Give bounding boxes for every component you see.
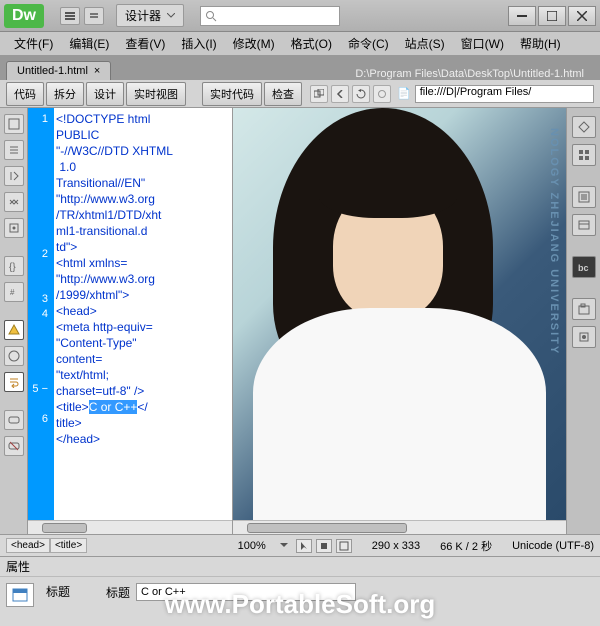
code-content[interactable]: <!DOCTYPE html PUBLIC "-//W3C//DTD XHTML…: [54, 108, 232, 534]
download-size: 66 K / 2 秒: [440, 538, 492, 554]
panel-dock: bc: [566, 108, 600, 534]
selected-text: C or C++: [89, 400, 138, 414]
bc-panel-icon[interactable]: bc: [572, 256, 596, 278]
workspace-switcher[interactable]: 设计器: [116, 4, 184, 27]
window-size[interactable]: 290 x 333: [372, 540, 420, 552]
close-button[interactable]: [568, 6, 596, 26]
menu-format[interactable]: 格式(O): [285, 33, 338, 54]
document-toolbar: 代码 拆分 设计 实时视图 实时代码 检查 📄 file:///D|/Progr…: [0, 80, 600, 108]
code-pane[interactable]: 1 2 3 4 5 − 6 <!DOCTYPE html PUBLIC "-//…: [28, 108, 233, 534]
minimize-button[interactable]: [508, 6, 536, 26]
svg-text:bc: bc: [578, 263, 589, 273]
view-design-button[interactable]: 设计: [86, 82, 124, 106]
background-text: NOLOGY ZHEJIANG UNIVERSITY: [548, 128, 560, 355]
page-properties-icon[interactable]: [6, 583, 34, 607]
menu-commands[interactable]: 命令(C): [342, 33, 395, 54]
code-horizontal-scrollbar[interactable]: [28, 520, 232, 534]
syntax-error-icon[interactable]: [4, 346, 24, 366]
svg-text:{}: {}: [9, 262, 16, 272]
address-bar[interactable]: file:///D|/Program Files/: [415, 85, 594, 103]
design-preview-pane[interactable]: NOLOGY ZHEJIANG UNIVERSITY: [233, 108, 566, 534]
select-tool-icon[interactable]: [296, 539, 312, 553]
document-path: D:\Program Files\Data\DeskTop\Untitled-1…: [355, 68, 600, 80]
expand-all-icon[interactable]: [4, 192, 24, 212]
multiscreen-icon[interactable]: [310, 85, 328, 103]
hand-tool-icon[interactable]: [316, 539, 332, 553]
zoom-level[interactable]: 100%: [238, 540, 266, 552]
balance-braces-icon[interactable]: {}: [4, 256, 24, 276]
svg-text:#: #: [10, 288, 15, 297]
properties-panel: 属性 标题 标题: [0, 556, 600, 626]
tab-label: Untitled-1.html: [17, 65, 88, 77]
tab-close-icon[interactable]: ×: [94, 65, 100, 77]
browser-nav-back-icon[interactable]: [331, 85, 349, 103]
tag-title[interactable]: <title>: [50, 538, 87, 553]
zoom-dropdown-icon[interactable]: [280, 543, 288, 548]
assets-panel-icon[interactable]: [572, 326, 596, 348]
highlight-invalid-icon[interactable]: [4, 320, 24, 340]
maximize-button[interactable]: [538, 6, 566, 26]
apply-comment-icon[interactable]: [4, 410, 24, 430]
business-catalyst-panel-icon[interactable]: [572, 214, 596, 236]
menu-edit[interactable]: 编辑(E): [63, 33, 115, 54]
statusbar: <head><title> 100% 290 x 333 66 K / 2 秒 …: [0, 534, 600, 556]
refresh-icon[interactable]: [352, 85, 370, 103]
menu-insert[interactable]: 插入(I): [175, 33, 222, 54]
app-logo: Dw: [4, 4, 44, 28]
menu-window[interactable]: 窗口(W): [455, 33, 510, 54]
menubar: 文件(F) 编辑(E) 查看(V) 插入(I) 修改(M) 格式(O) 命令(C…: [0, 32, 600, 56]
menu-site[interactable]: 站点(S): [399, 33, 451, 54]
files-panel-icon[interactable]: [572, 298, 596, 320]
preview-image: NOLOGY ZHEJIANG UNIVERSITY: [233, 108, 566, 534]
stop-icon[interactable]: [373, 85, 391, 103]
encoding: Unicode (UTF-8): [512, 540, 594, 552]
inspect-button[interactable]: 检查: [264, 82, 302, 106]
css-styles-panel-icon[interactable]: [572, 144, 596, 166]
zoom-tool-icon[interactable]: [336, 539, 352, 553]
chevron-down-icon: [167, 13, 175, 18]
titlebar: Dw 设计器: [0, 0, 600, 32]
title-input[interactable]: [136, 583, 356, 601]
view-split-button[interactable]: 拆分: [46, 82, 84, 106]
properties-header[interactable]: 属性: [0, 557, 600, 577]
layout-menu-icon[interactable]: [60, 7, 80, 25]
line-gutter: 1 2 3 4 5 − 6: [28, 108, 54, 534]
view-live-button[interactable]: 实时视图: [126, 82, 186, 106]
view-livecode-button[interactable]: 实时代码: [202, 82, 262, 106]
view-code-button[interactable]: 代码: [6, 82, 44, 106]
ap-elements-panel-icon[interactable]: [572, 186, 596, 208]
collapse-toggle-icon[interactable]: −: [42, 383, 48, 395]
menu-modify[interactable]: 修改(M): [227, 33, 281, 54]
address-icon: 📄: [397, 87, 411, 100]
remove-comment-icon[interactable]: [4, 436, 24, 456]
search-input[interactable]: [200, 6, 340, 26]
document-tab[interactable]: Untitled-1.html ×: [6, 61, 111, 80]
menu-help[interactable]: 帮助(H): [514, 33, 567, 54]
tabbar: Untitled-1.html × D:\Program Files\Data\…: [0, 56, 600, 80]
code-toolbar: {} #: [0, 108, 28, 534]
show-code-nav-icon[interactable]: [4, 140, 24, 160]
extend-menu-icon[interactable]: [84, 7, 104, 25]
select-parent-icon[interactable]: [4, 218, 24, 238]
tag-selector[interactable]: <head><title>: [6, 538, 87, 553]
property-type-label: 标题: [46, 583, 70, 600]
line-numbers-icon[interactable]: #: [4, 282, 24, 302]
workspace-label: 设计器: [125, 7, 161, 24]
tag-head[interactable]: <head>: [6, 538, 50, 553]
search-icon: [205, 10, 217, 22]
word-wrap-icon[interactable]: [4, 372, 24, 392]
menu-view[interactable]: 查看(V): [119, 33, 171, 54]
insert-panel-icon[interactable]: [572, 116, 596, 138]
title-field-label: 标题: [106, 584, 130, 601]
collapse-tag-icon[interactable]: [4, 166, 24, 186]
menu-file[interactable]: 文件(F): [8, 33, 59, 54]
open-documents-icon[interactable]: [4, 114, 24, 134]
preview-horizontal-scrollbar[interactable]: [233, 520, 566, 534]
